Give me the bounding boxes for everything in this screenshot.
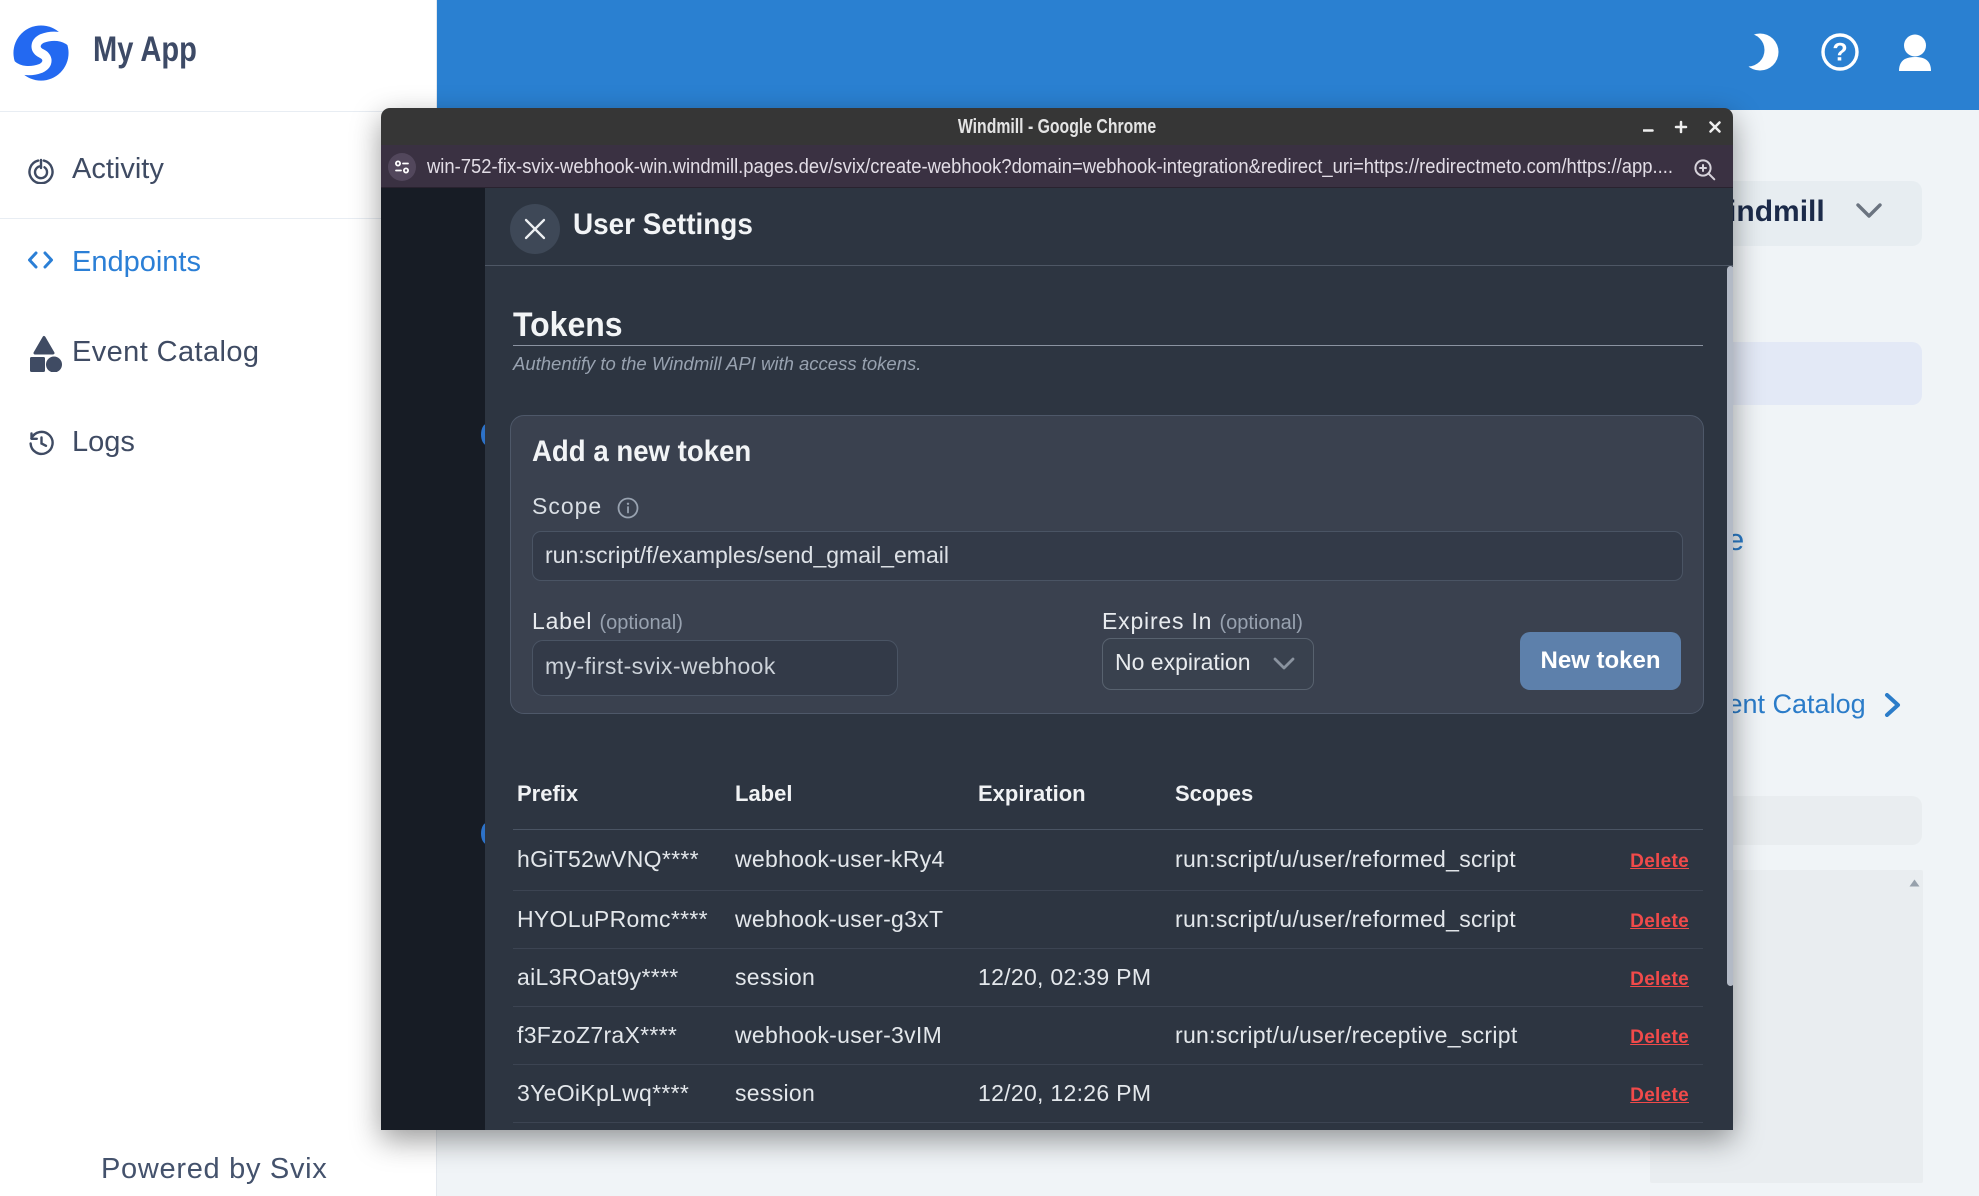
svg-text:?: ?	[1832, 39, 1847, 67]
